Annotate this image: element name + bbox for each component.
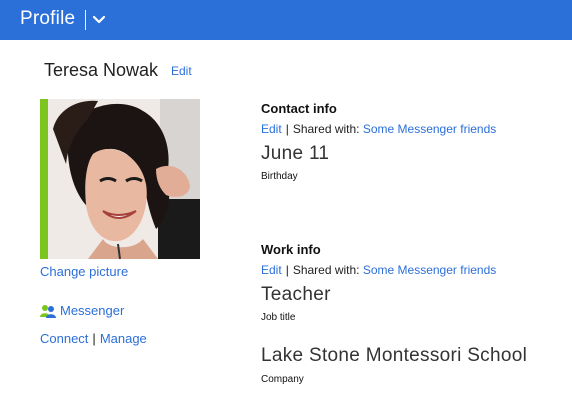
connect-manage-row: Connect | Manage [40,331,147,346]
contact-share-row: Edit | Shared with: Some Messenger friends [261,122,496,136]
change-picture-link[interactable]: Change picture [40,264,128,279]
work-edit-link[interactable]: Edit [261,263,282,277]
messenger-icon [40,304,56,318]
title-divider [85,10,86,30]
contact-shared-with-link[interactable]: Some Messenger friends [363,122,496,136]
edit-name-link[interactable]: Edit [171,64,192,78]
contact-shared-with-label: Shared with: [292,122,360,136]
profile-photo [48,99,200,259]
messenger-row[interactable]: Messenger [40,303,124,318]
manage-link[interactable]: Manage [100,331,147,346]
contact-info-title: Contact info [261,101,337,116]
company-label: Company [261,374,304,385]
separator: | [92,331,96,346]
work-shared-with-label: Shared with: [292,263,360,277]
chevron-down-icon[interactable] [92,13,106,27]
top-bar: Profile [0,0,572,40]
connect-link[interactable]: Connect [40,331,88,346]
separator: | [285,263,289,277]
profile-name: Teresa Nowak [44,60,159,80]
contact-edit-link[interactable]: Edit [261,122,282,136]
work-share-row: Edit | Shared with: Some Messenger friends [261,263,496,277]
birthday-label: Birthday [261,171,298,182]
birthday-value: June 11 [261,143,330,164]
work-info-title: Work info [261,242,321,257]
company-value: Lake Stone Montessori School [261,345,528,366]
work-shared-with-link[interactable]: Some Messenger friends [363,263,496,277]
photo-accent-bar [40,99,48,259]
job-title-label: Job title [261,312,296,323]
messenger-link[interactable]: Messenger [60,303,124,318]
page-title: Profile [20,8,76,29]
separator: | [285,122,289,136]
profile-picture[interactable] [40,99,200,259]
job-title-value: Teacher [261,284,331,305]
